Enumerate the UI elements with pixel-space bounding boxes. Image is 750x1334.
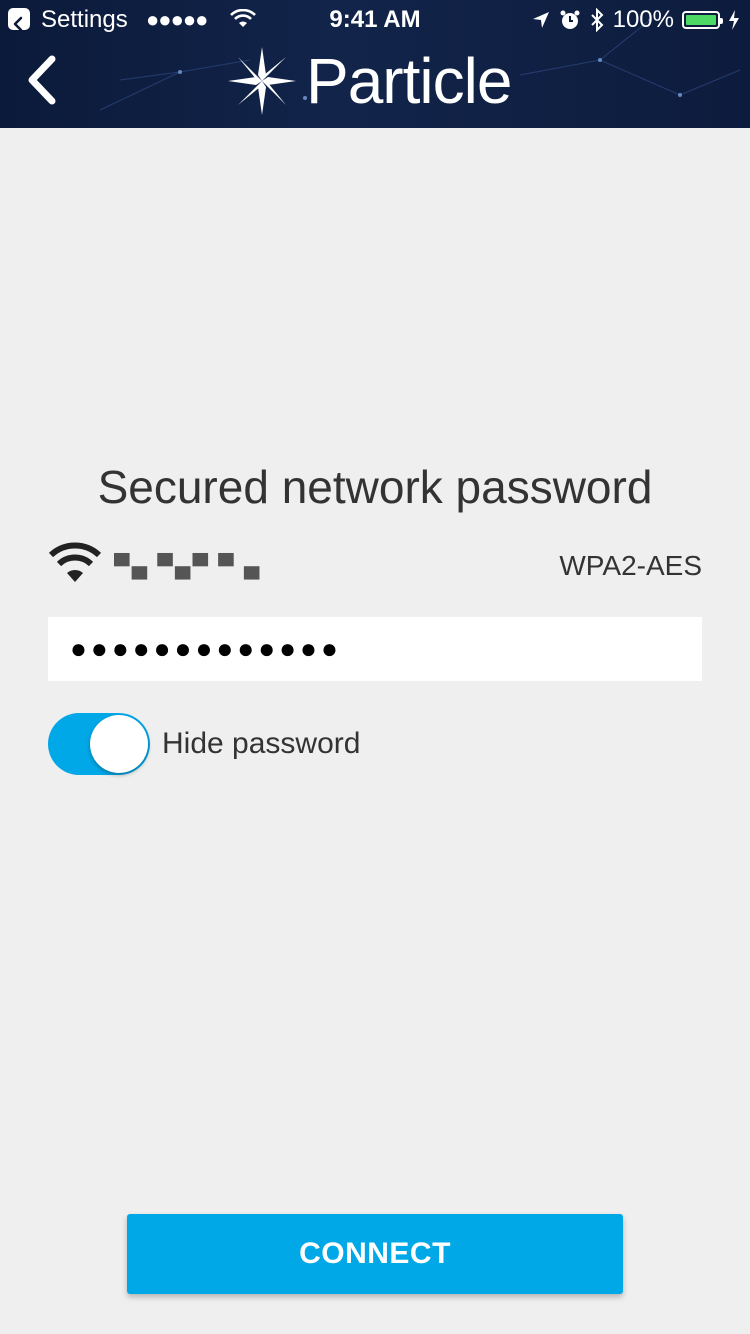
charging-bolt-icon (729, 10, 739, 30)
connect-button[interactable]: CONNECT (127, 1214, 623, 1294)
network-ssid: ▀▄ ▀▄▀ ▀ ▄ (114, 553, 262, 578)
toggle-knob (90, 715, 148, 773)
logo-text: Particle (306, 45, 512, 117)
particle-star-icon (228, 47, 296, 115)
selected-network-row: ▀▄ ▀▄▀ ▀ ▄ WPA2-AES (48, 540, 702, 590)
password-input[interactable]: ●●●●●●●●●●●●● (48, 617, 702, 681)
particle-logo: Particle (226, 44, 512, 118)
app-header: Settings ●●●●● 9:41 AM 100% Particle (0, 0, 750, 128)
hide-password-label: Hide password (162, 727, 361, 760)
alarm-clock-icon (560, 10, 580, 29)
wifi-icon (48, 542, 102, 582)
battery-icon (682, 11, 723, 29)
back-chevron-icon[interactable] (22, 55, 62, 105)
status-right-group: 100% (531, 0, 740, 40)
location-arrow-icon (532, 12, 549, 28)
page-title: Secured network password (97, 461, 653, 513)
status-bar: Settings ●●●●● 9:41 AM 100% (0, 0, 750, 40)
bluetooth-icon (590, 8, 604, 32)
battery-level (686, 15, 716, 25)
battery-percentage: 100% (612, 6, 674, 33)
hide-password-row: Hide password (48, 712, 360, 776)
hide-password-toggle[interactable] (48, 713, 150, 775)
network-security-type: WPA2-AES (559, 550, 702, 581)
